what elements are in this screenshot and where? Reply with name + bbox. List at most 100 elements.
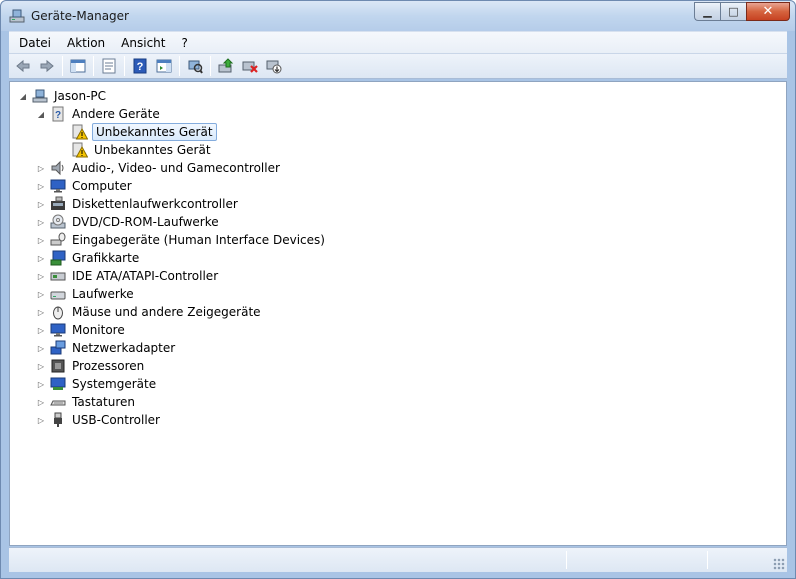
tree-group-computer[interactable]: ▷ Computer (36, 177, 134, 195)
show-hide-action-pane-button[interactable] (153, 55, 175, 77)
expand-triangle-icon[interactable]: ▷ (36, 415, 46, 425)
tree-group-monitore[interactable]: ▷ Monitore (36, 321, 127, 339)
tree-label: Diskettenlaufwerkcontroller (72, 197, 238, 211)
expand-triangle-icon[interactable]: ▷ (36, 289, 46, 299)
disk-drive-icon (50, 291, 66, 300)
tree-label: Unbekanntes Gerät (94, 143, 211, 157)
monitor-icon (50, 179, 66, 193)
disable-device-icon (266, 60, 282, 74)
properties-button[interactable] (98, 55, 120, 77)
close-icon: ✕ (762, 4, 774, 19)
device-tree[interactable]: ◢ Jason-PC ◢ ? Andere Geräte Unbekanntes… (9, 81, 787, 546)
expand-triangle-icon[interactable]: ▷ (36, 163, 46, 173)
collapse-triangle-icon[interactable]: ◢ (36, 109, 46, 119)
maximize-button[interactable]: □ (720, 2, 746, 21)
minimize-button[interactable]: ▁ (694, 2, 720, 21)
keyboard-icon (50, 400, 66, 406)
toolbar: ? (9, 53, 787, 79)
expand-triangle-icon[interactable]: ▷ (36, 253, 46, 263)
expand-triangle-icon[interactable]: ▷ (36, 307, 46, 317)
toolbar-separator (93, 56, 94, 76)
status-separator (707, 551, 708, 569)
tree-group-audio[interactable]: ▷ Audio-, Video- und Gamecontroller (36, 159, 282, 177)
tree-group-netzwerkadapter[interactable]: ▷ Netzwerkadapter (36, 339, 177, 357)
expand-triangle-icon[interactable]: ▷ (36, 325, 46, 335)
tree-label: Eingabegeräte (Human Interface Devices) (72, 233, 325, 247)
help-button[interactable]: ? (129, 55, 151, 77)
ide-controller-icon (50, 272, 66, 281)
minimize-icon: ▁ (703, 5, 712, 18)
title-bar[interactable]: Geräte-Manager ▁ □ ✕ (1, 1, 795, 31)
close-button[interactable]: ✕ (746, 2, 790, 21)
tree-group-systemgeraete[interactable]: ▷ Systemgeräte (36, 375, 158, 393)
tree-label: DVD/CD-ROM-Laufwerke (72, 215, 219, 229)
collapse-triangle-icon[interactable]: ◢ (18, 91, 28, 101)
tree-label: Prozessoren (72, 359, 145, 373)
usb-icon (54, 412, 62, 427)
tree-group-disketten[interactable]: ▷ Diskettenlaufwerkcontroller (36, 195, 240, 213)
properties-icon (102, 58, 116, 74)
menu-help[interactable]: ? (173, 34, 195, 52)
maximize-icon: □ (728, 5, 739, 18)
back-button[interactable] (12, 55, 34, 77)
tree-group-dvd[interactable]: ▷ DVD/CD-ROM-Laufwerke (36, 213, 221, 231)
tree-label: Monitore (72, 323, 125, 337)
uninstall-button[interactable] (239, 55, 261, 77)
toolbar-separator (62, 56, 63, 76)
tree-root-jason-pc[interactable]: ◢ Jason-PC (18, 87, 108, 105)
menu-ansicht[interactable]: Ansicht (113, 34, 173, 52)
expand-triangle-icon[interactable]: ▷ (36, 397, 46, 407)
toolbar-separator (179, 56, 180, 76)
back-arrow-icon (16, 59, 30, 73)
expand-triangle-icon[interactable]: ▷ (36, 217, 46, 227)
hid-icon (50, 232, 66, 246)
expand-triangle-icon[interactable]: ▷ (36, 235, 46, 245)
tree-label: Grafikkarte (72, 251, 140, 265)
expand-triangle-icon[interactable]: ▷ (36, 181, 46, 191)
monitor-icon (50, 323, 66, 337)
tree-group-eingabegeraete[interactable]: ▷ Eingabegeräte (Human Interface Devices… (36, 231, 327, 249)
scan-hardware-button[interactable] (184, 55, 206, 77)
tree-label-selected: Unbekanntes Gerät (92, 123, 217, 141)
expand-triangle-icon[interactable]: ▷ (36, 343, 46, 353)
tree-label: Audio-, Video- und Gamecontroller (72, 161, 280, 175)
tree-item-unbekanntes-geraet-2[interactable]: Unbekanntes Gerät (68, 141, 213, 159)
update-driver-icon (218, 58, 234, 73)
system-devices-icon (50, 377, 66, 390)
expand-triangle-icon[interactable]: ▷ (36, 379, 46, 389)
update-driver-button[interactable] (215, 55, 237, 77)
tree-group-maeuse[interactable]: ▷ Mäuse und andere Zeigegeräte (36, 303, 263, 321)
tree-group-grafikkarte[interactable]: ▷ Grafikkarte (36, 249, 141, 267)
svg-text:?: ? (55, 110, 61, 121)
svg-text:?: ? (137, 61, 144, 73)
device-manager-app-icon (9, 9, 25, 23)
forward-arrow-icon (40, 59, 54, 73)
disable-device-button[interactable] (263, 55, 285, 77)
warning-device-icon (72, 142, 88, 158)
window-title: Geräte-Manager (31, 9, 129, 23)
processor-icon (51, 359, 65, 373)
menu-aktion[interactable]: Aktion (59, 34, 113, 52)
tree-group-andere-geraete[interactable]: ◢ ? Andere Geräte (36, 105, 162, 123)
mouse-icon (53, 306, 63, 320)
tree-item-unbekanntes-geraet-1[interactable]: Unbekanntes Gerät (68, 123, 217, 141)
tree-group-ide[interactable]: ▷ IDE ATA/ATAPI-Controller (36, 267, 220, 285)
tree-group-laufwerke[interactable]: ▷ Laufwerke (36, 285, 136, 303)
expand-triangle-icon[interactable]: ▷ (36, 361, 46, 371)
forward-button[interactable] (36, 55, 58, 77)
tree-group-prozessoren[interactable]: ▷ Prozessoren (36, 357, 146, 375)
toolbar-separator (124, 56, 125, 76)
warning-device-icon (72, 124, 88, 140)
tree-group-usb[interactable]: ▷ USB-Controller (36, 411, 162, 429)
tree-group-tastaturen[interactable]: ▷ Tastaturen (36, 393, 137, 411)
expand-triangle-icon[interactable]: ▷ (36, 199, 46, 209)
tree-label: Systemgeräte (72, 377, 157, 391)
tree-label: IDE ATA/ATAPI-Controller (72, 269, 219, 283)
expand-triangle-icon[interactable]: ▷ (36, 271, 46, 281)
network-adapter-icon (50, 340, 66, 355)
menu-datei[interactable]: Datei (11, 34, 59, 52)
resize-grip-icon[interactable] (773, 558, 785, 570)
show-hide-console-tree-button[interactable] (67, 55, 89, 77)
uninstall-icon (242, 61, 258, 73)
computer-icon (32, 89, 48, 103)
